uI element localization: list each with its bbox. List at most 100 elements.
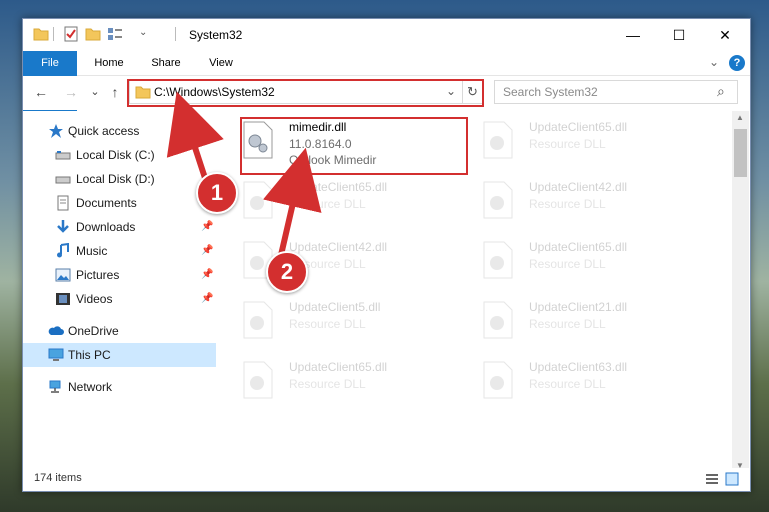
sidebar-item-local-disk-d[interactable]: Local Disk (D:) [23, 167, 216, 191]
pin-icon[interactable]: 📌 [201, 221, 213, 232]
file-item[interactable]: UpdateClient65.dll Resource DLL [235, 175, 460, 235]
star-icon [49, 124, 63, 138]
new-folder-icon[interactable] [85, 26, 101, 42]
dll-file-icon [483, 181, 513, 219]
file-type: Resource DLL [529, 377, 606, 391]
videos-icon [56, 293, 70, 305]
view-options-icon[interactable] [107, 26, 123, 42]
sidebar-item-network[interactable]: Network [23, 375, 216, 399]
file-item[interactable]: UpdateClient42.dll Resource DLL [475, 175, 700, 235]
file-type: Resource DLL [289, 377, 366, 391]
sidebar-item-label: Quick access [68, 124, 140, 138]
sidebar-item-label: Documents [76, 196, 137, 210]
status-bar: 174 items [23, 468, 750, 490]
sidebar-item-label: This PC [68, 348, 111, 362]
sidebar-item-label: Downloads [76, 220, 136, 234]
drive-icon [55, 151, 71, 160]
file-item[interactable]: UpdateClient5.dll Resource DLL [235, 295, 460, 355]
sidebar-item-label: OneDrive [68, 324, 119, 338]
sidebar-item-music[interactable]: Music 📌 [23, 239, 216, 263]
sidebar-item-label: Local Disk (C:) [76, 148, 155, 162]
file-name: UpdateClient42.dll [529, 180, 628, 194]
sidebar-item-videos[interactable]: Videos 📌 [23, 287, 216, 311]
maximize-button[interactable]: ☐ [656, 19, 702, 51]
back-button[interactable]: ← [33, 84, 49, 100]
search-box[interactable]: Search System32 ⌕ [494, 80, 738, 104]
sidebar-item-label: Network [68, 380, 113, 394]
sidebar-item-label: Local Disk (D:) [76, 172, 155, 186]
large-icons-view-icon[interactable] [725, 472, 739, 486]
file-name: UpdateClient42.dll [289, 240, 388, 254]
file-item[interactable]: UpdateClient65.dll Resource DLL [235, 355, 460, 415]
dll-file-icon [483, 301, 513, 339]
recent-locations-button[interactable]: ⌄ [87, 84, 103, 100]
search-input[interactable]: Search System32 [503, 85, 598, 99]
pin-icon[interactable]: 📌 [201, 293, 213, 304]
sidebar-item-this-pc[interactable]: This PC [23, 343, 216, 367]
pin-icon[interactable]: 📌 [201, 245, 213, 256]
pictures-icon [55, 268, 71, 282]
file-type: Resource DLL [529, 137, 606, 151]
sidebar-item-local-disk-c[interactable]: Local Disk (C:) [23, 143, 216, 167]
close-button[interactable]: ✕ [702, 19, 748, 51]
window-title: System32 [189, 28, 243, 42]
sidebar-item-quick-access[interactable]: Quick access [23, 119, 216, 143]
file-name: UpdateClient65.dll [529, 120, 628, 134]
dll-file-icon [483, 241, 513, 279]
sidebar-item-pictures[interactable]: Pictures 📌 [23, 263, 216, 287]
music-icon [57, 243, 69, 258]
divider [53, 27, 54, 41]
file-type: Resource DLL [529, 257, 606, 271]
file-name: UpdateClient65.dll [289, 360, 388, 374]
customize-quick-access-icon[interactable]: ⌄ [139, 27, 147, 38]
dll-file-icon [243, 301, 273, 339]
minimize-button[interactable]: — [610, 19, 656, 51]
scrollbar-thumb[interactable] [734, 129, 747, 177]
file-item[interactable]: UpdateClient65.dll Resource DLL [475, 115, 700, 175]
computer-icon [48, 348, 64, 361]
cloud-icon [48, 326, 64, 335]
tab-share[interactable]: Share [141, 51, 191, 75]
callout-badge-1: 1 [196, 172, 238, 214]
address-bar-highlight [127, 79, 484, 107]
properties-icon[interactable] [63, 26, 79, 42]
ribbon-tabs: File Home Share View ⌄ ? [23, 51, 750, 111]
help-icon[interactable]: ? [729, 55, 745, 71]
vertical-scrollbar[interactable]: ▲ ▼ [732, 111, 749, 473]
file-name: UpdateClient63.dll [529, 360, 628, 374]
file-highlight [240, 117, 468, 175]
download-icon [57, 220, 69, 233]
navigation-pane: Quick access Local Disk (C:) Local Disk … [23, 111, 216, 473]
search-icon[interactable]: ⌕ [717, 83, 725, 100]
sidebar-item-documents[interactable]: Documents [23, 191, 216, 215]
drive-icon [55, 176, 71, 184]
folder-icon [33, 28, 49, 41]
divider [175, 27, 176, 41]
details-view-icon[interactable] [705, 472, 719, 486]
file-item[interactable]: UpdateClient65.dll Resource DLL [475, 235, 700, 295]
expand-ribbon-icon[interactable]: ⌄ [709, 55, 719, 69]
dll-file-icon [243, 361, 273, 399]
pin-icon[interactable]: 📌 [201, 269, 213, 280]
file-name: UpdateClient65.dll [529, 240, 628, 254]
sidebar-item-downloads[interactable]: Downloads 📌 [23, 215, 216, 239]
sidebar-item-label: Pictures [76, 268, 120, 282]
file-name: UpdateClient21.dll [529, 300, 628, 314]
up-button[interactable]: ↑ [107, 84, 123, 100]
file-item[interactable]: UpdateClient63.dll Resource DLL [475, 355, 700, 415]
sidebar-item-onedrive[interactable]: OneDrive [23, 319, 216, 343]
tab-view[interactable]: View [197, 51, 245, 75]
network-icon [49, 380, 61, 393]
file-type: Resource DLL [529, 317, 606, 331]
forward-button[interactable]: → [63, 84, 79, 100]
file-type: Resource DLL [289, 197, 366, 211]
scroll-up-icon[interactable]: ▲ [736, 113, 744, 122]
dll-file-icon [483, 361, 513, 399]
sidebar-item-label: Music [76, 244, 108, 258]
file-name: UpdateClient65.dll [289, 180, 388, 194]
dll-file-icon [243, 181, 273, 219]
title-bar: ⌄ System32 — ☐ ✕ [23, 19, 750, 51]
file-name: UpdateClient5.dll [289, 300, 381, 314]
tab-home[interactable]: Home [83, 51, 135, 75]
file-item[interactable]: UpdateClient21.dll Resource DLL [475, 295, 700, 355]
